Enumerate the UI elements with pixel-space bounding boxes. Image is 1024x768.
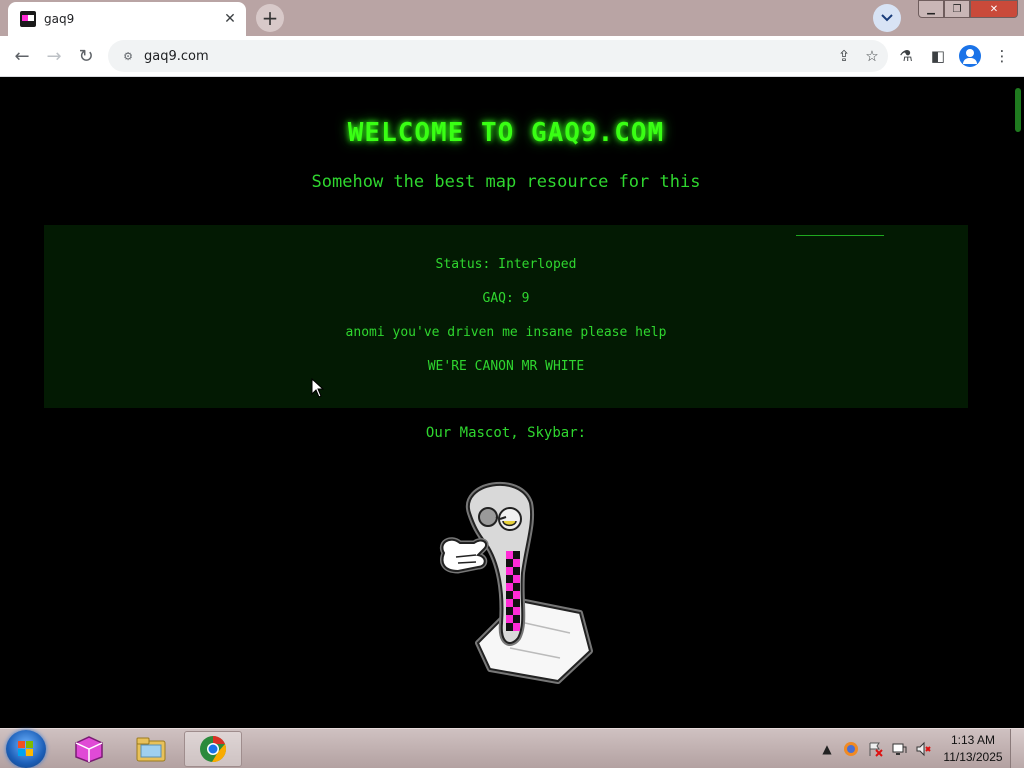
forward-button[interactable]: → xyxy=(40,42,68,70)
tray-expand-icon[interactable]: ▲ xyxy=(818,740,836,758)
page-title: WELCOME TO GAQ9.COM xyxy=(347,118,665,148)
plea-text: anomi you've driven me insane please hel… xyxy=(345,325,667,340)
firefox-icon[interactable] xyxy=(842,740,860,758)
windows-taskbar: ▲ 1:13 AM 11/13/2025 xyxy=(0,728,1024,768)
chevron-down-icon xyxy=(881,14,893,22)
chrome-icon xyxy=(200,736,227,763)
scroll-thumb[interactable] xyxy=(1015,88,1021,132)
volume-muted-icon[interactable] xyxy=(914,740,932,758)
labs-icon: ⚗ xyxy=(899,47,913,65)
browser-toolbar: ← → ↻ ⚙ gaq9.com ⇪ ☆ ⚗ ◧ ⋮ xyxy=(0,36,1024,77)
network-icon[interactable] xyxy=(890,740,908,758)
canon-text: WE'RE CANON MR WHITE xyxy=(427,359,585,374)
profile-button[interactable] xyxy=(956,42,984,70)
reload-button[interactable]: ↻ xyxy=(72,42,100,70)
clock-date: 11/13/2025 xyxy=(943,750,1003,764)
gallery-app-icon xyxy=(75,736,103,763)
page-scrollbar[interactable] xyxy=(1012,78,1024,728)
close-window-button[interactable]: ✕ xyxy=(970,0,1018,18)
minimize-icon: ▁ xyxy=(927,3,935,15)
menu-button[interactable]: ⋮ xyxy=(988,42,1016,70)
checker-stripe xyxy=(506,551,520,631)
site-info-icon[interactable]: ⚙ xyxy=(120,48,136,64)
taskbar-file-explorer[interactable] xyxy=(122,731,180,767)
flag-alert-icon[interactable] xyxy=(866,740,884,758)
taskbar-chrome[interactable] xyxy=(184,731,242,767)
restore-icon: ❐ xyxy=(952,3,962,15)
page-viewport: WELCOME TO GAQ9.COM Somehow the best map… xyxy=(0,78,1012,728)
file-explorer-icon xyxy=(136,737,166,762)
address-bar[interactable]: ⚙ gaq9.com ⇪ ☆ xyxy=(108,40,888,72)
tab-search-button[interactable] xyxy=(873,4,901,32)
reload-icon: ↻ xyxy=(78,45,94,67)
show-desktop-button[interactable] xyxy=(1010,729,1024,768)
start-button[interactable] xyxy=(6,730,46,768)
info-panel: Status: Interloped GAQ: 9 anomi you've d… xyxy=(44,225,968,408)
gaq-text: GAQ: 9 xyxy=(482,291,530,306)
sidepanel-icon: ◧ xyxy=(930,47,946,65)
browser-tab[interactable]: gaq9 ✕ xyxy=(8,2,246,36)
status-text: Status: Interloped xyxy=(435,257,577,272)
browser-titlebar: gaq9 ✕ + ▁ ❐ ✕ xyxy=(0,0,1024,36)
minimize-button[interactable]: ▁ xyxy=(918,0,944,18)
url-text[interactable]: gaq9.com xyxy=(144,49,832,64)
mascot-label: Our Mascot, Skybar: xyxy=(425,425,587,441)
back-button[interactable]: ← xyxy=(8,42,36,70)
plus-icon: + xyxy=(261,6,279,30)
system-tray: ▲ xyxy=(818,737,932,761)
divider xyxy=(796,235,884,236)
restore-button[interactable]: ❐ xyxy=(944,0,970,18)
mouse-cursor-icon xyxy=(311,378,325,398)
back-icon: ← xyxy=(14,45,30,67)
labs-button[interactable]: ⚗ xyxy=(892,42,920,70)
side-panel-button[interactable]: ◧ xyxy=(924,42,952,70)
tab-title: gaq9 xyxy=(44,12,75,26)
tab-close-icon[interactable]: ✕ xyxy=(220,9,240,29)
new-tab-button[interactable]: + xyxy=(256,4,284,32)
page-subtitle: Somehow the best map resource for this xyxy=(311,172,701,192)
gaq9-favicon xyxy=(20,11,36,27)
close-icon: ✕ xyxy=(989,3,999,15)
menu-icon: ⋮ xyxy=(994,47,1010,65)
profile-icon xyxy=(959,45,981,67)
share-icon[interactable]: ⇪ xyxy=(832,44,856,68)
taskbar-gallery-app[interactable] xyxy=(60,731,118,767)
forward-icon: → xyxy=(46,45,62,67)
taskbar-clock[interactable]: 1:13 AM 11/13/2025 xyxy=(938,732,1008,766)
clock-time: 1:13 AM xyxy=(950,733,996,747)
windows-logo-icon xyxy=(18,741,34,757)
mascot-skybar-image xyxy=(440,481,593,684)
star-icon[interactable]: ☆ xyxy=(860,44,884,68)
window-controls: ▁ ❐ ✕ xyxy=(918,0,1020,18)
